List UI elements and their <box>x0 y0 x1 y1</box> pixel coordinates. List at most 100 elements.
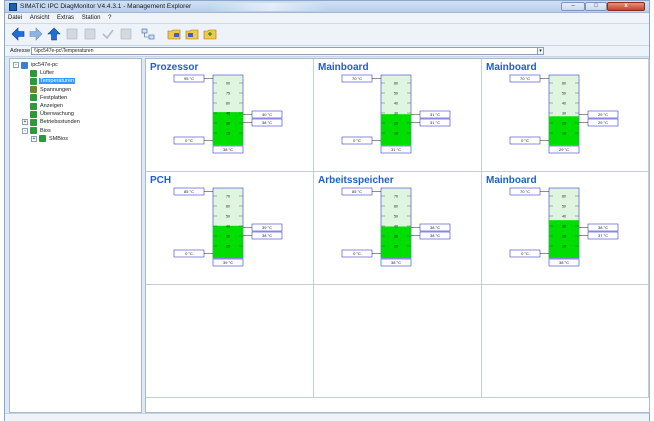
min-value: 0 °C <box>353 138 361 143</box>
menu-extras[interactable]: Extras <box>54 13 77 23</box>
expand-icon[interactable]: + <box>22 119 28 126</box>
tree-item[interactable]: Temperaturen <box>22 77 75 85</box>
tree-item[interactable]: + SMBios <box>31 135 69 143</box>
scale-label: 60 <box>226 204 230 208</box>
scale-label: 30 <box>226 121 230 125</box>
tree-item-label: Festplatten <box>40 94 68 101</box>
tree-item[interactable]: Überwachung <box>22 110 75 118</box>
current-value: 38 °C <box>559 260 569 265</box>
lower-threshold: 37 °C <box>598 233 608 238</box>
gauge-fill <box>381 114 411 145</box>
tree-item[interactable]: - ipc547e-pc <box>13 61 59 69</box>
temperature-gauge: 90 75 60 45 30 15 38 °C 95 °C 0 °C 40 °C 38 °C <box>173 74 283 154</box>
scale-label: 50 <box>562 204 566 208</box>
scale-label: 50 <box>394 214 398 218</box>
folder-icon[interactable] <box>185 27 199 41</box>
scale-label: 40 <box>562 101 566 105</box>
menu-station[interactable]: Station <box>79 13 104 23</box>
scale-label: 30 <box>394 111 398 115</box>
scale-label: 75 <box>226 91 230 95</box>
scale-label: 20 <box>394 121 398 125</box>
tree-item[interactable]: Lüfter <box>22 69 55 77</box>
scale-label: 70 <box>394 194 398 198</box>
folder-icon[interactable] <box>167 27 181 41</box>
max-value: 85 °C <box>352 189 362 194</box>
scale-label: 60 <box>562 81 566 85</box>
scale-label: 60 <box>226 101 230 105</box>
maximize-button[interactable]: □ <box>585 2 607 11</box>
tree-node-icon <box>39 135 46 143</box>
upper-threshold: 38 °C <box>430 225 440 230</box>
lower-threshold: 29 °C <box>598 120 608 125</box>
status-bar <box>5 413 649 421</box>
up-arrow-icon[interactable] <box>47 27 61 41</box>
menu-help[interactable]: ? <box>105 13 114 23</box>
back-arrow-icon[interactable] <box>11 27 25 41</box>
check-icon[interactable] <box>101 27 115 41</box>
menu-ansicht[interactable]: Ansicht <box>27 13 53 23</box>
scale-label: 15 <box>226 131 230 135</box>
close-button[interactable]: x <box>607 2 645 11</box>
tree-node-icon <box>30 86 37 94</box>
disabled-icon[interactable] <box>65 27 79 41</box>
temperature-panel: Arbeitsspeicher 70 60 50 40 30 20 38 °C 85 °C 0 °… <box>314 172 482 285</box>
current-value: 29 °C <box>559 147 569 152</box>
max-value: 85 °C <box>184 189 194 194</box>
tree-node-icon <box>30 110 37 118</box>
toolbar <box>5 24 649 46</box>
collapse-icon[interactable]: - <box>22 127 28 134</box>
upper-threshold: 40 °C <box>262 112 272 117</box>
window-title: SIMATIC IPC DiagMonitor V4.4.3.1 - Manag… <box>20 3 192 10</box>
current-value: 39 °C <box>223 260 233 265</box>
upper-threshold: 39 °C <box>262 225 272 230</box>
tree-item-label: Spannungen <box>40 86 72 93</box>
lower-threshold: 38 °C <box>430 233 440 238</box>
max-value: 95 °C <box>184 76 194 81</box>
disabled-icon[interactable] <box>119 27 133 41</box>
empty-panel <box>146 285 314 398</box>
menu-datei[interactable]: Datei <box>5 13 25 23</box>
address-dropdown-icon[interactable]: ▾ <box>537 47 544 55</box>
app-icon <box>9 3 17 11</box>
upper-threshold: 29 °C <box>598 112 608 117</box>
minimize-button[interactable]: – <box>561 2 585 11</box>
scale-label: 50 <box>562 91 566 95</box>
scale-label: 40 <box>226 224 230 228</box>
scale-label: 45 <box>226 111 230 115</box>
tree-node-icon <box>21 61 28 69</box>
tree-item-label: Überwachung <box>40 111 74 118</box>
collapse-icon[interactable]: - <box>13 62 19 68</box>
min-value: 0 °C <box>521 251 529 256</box>
min-value: 0 °C <box>185 251 193 256</box>
temperature-gauge: 60 50 40 30 20 10 29 °C 70 °C 0 °C 29 °C 29 °C <box>509 74 619 154</box>
tree-item-label: SMBios <box>49 135 68 142</box>
scale-label: 20 <box>394 244 398 248</box>
tree-item[interactable]: Festplatten <box>22 94 68 102</box>
navigation-tree: - ipc547e-pc Lüfter Temperaturen Spannungen F… <box>9 58 142 413</box>
current-value: 38 °C <box>223 147 233 152</box>
tree-item[interactable]: + Betriebsstunden <box>22 118 81 126</box>
temperature-gauge: 70 60 50 40 30 20 38 °C 85 °C 0 °C 38 °C 38 °C <box>341 187 451 267</box>
folder-icon[interactable] <box>203 27 217 41</box>
temperature-panels: Prozessor 90 75 60 45 30 15 38 °C 95 °C 0 °C 40 °C… <box>145 58 650 413</box>
scale-label: 90 <box>226 81 230 85</box>
expand-icon[interactable]: + <box>31 135 37 142</box>
temperature-gauge: 60 50 40 30 20 10 31 °C 70 °C 0 °C 31 °C 31 °C <box>341 74 451 154</box>
tree-item-label: Betriebsstunden <box>40 119 80 126</box>
scale-label: 30 <box>226 234 230 238</box>
scale-label: 50 <box>226 214 230 218</box>
address-bar: Adresse \\ipc547e-pc\Temperaturen ▾ <box>5 46 649 57</box>
network-icon[interactable] <box>141 27 155 41</box>
tree-item[interactable]: - Bios <box>22 127 52 135</box>
address-input[interactable]: \\ipc547e-pc\Temperaturen <box>31 47 543 55</box>
tree-node-icon <box>30 69 37 77</box>
tree-item[interactable]: Spannungen <box>22 86 72 94</box>
scale-label: 60 <box>562 194 566 198</box>
upper-threshold: 31 °C <box>430 112 440 117</box>
disabled-icon[interactable] <box>83 27 97 41</box>
forward-arrow-icon[interactable] <box>29 27 43 41</box>
title-bar[interactable]: SIMATIC IPC DiagMonitor V4.4.3.1 - Manag… <box>5 1 649 13</box>
current-value: 31 °C <box>391 147 401 152</box>
tree-item[interactable]: Anzeigen <box>22 102 64 110</box>
max-value: 70 °C <box>352 76 362 81</box>
